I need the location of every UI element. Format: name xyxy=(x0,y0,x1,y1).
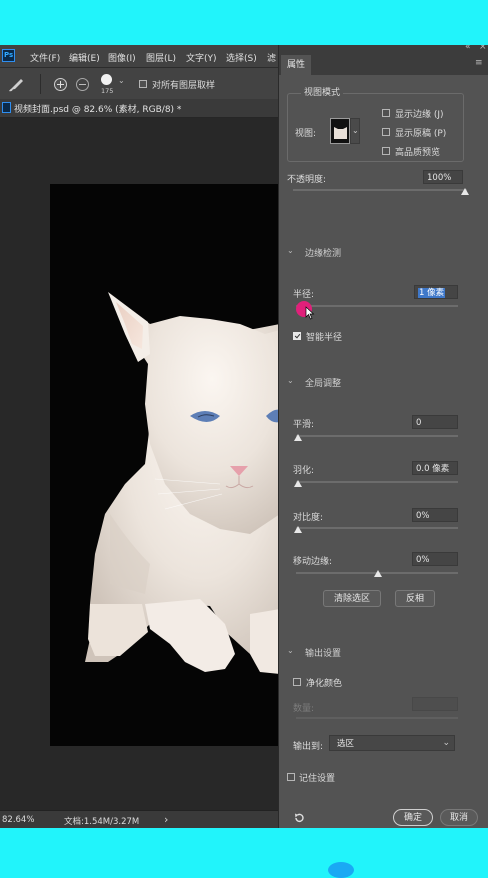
opacity-slider-track[interactable] xyxy=(293,189,467,191)
shift-edge-slider-thumb[interactable] xyxy=(374,570,382,577)
add-to-selection-icon[interactable] xyxy=(54,78,67,91)
brush-size-value: 175 xyxy=(101,87,114,95)
menu-filter[interactable]: 滤 xyxy=(267,51,276,64)
collapse-panels-icon[interactable]: « xyxy=(465,45,471,52)
brush-preview-icon[interactable] xyxy=(101,74,112,85)
sample-all-layers-checkbox[interactable] xyxy=(139,80,147,88)
opacity-slider-thumb[interactable] xyxy=(461,188,469,195)
contrast-slider-track[interactable] xyxy=(296,527,458,529)
amount-label: 数量: xyxy=(293,704,315,714)
view-mode-title: 视图模式 xyxy=(301,85,344,98)
output-chevron-icon[interactable]: ⌄ xyxy=(287,646,295,655)
output-title[interactable]: 输出设置 xyxy=(305,646,341,659)
smooth-slider-track[interactable] xyxy=(296,435,458,437)
photoshop-window: Ps 文件(F) 编辑(E) 图像(I) 图层(L) 文字(Y) 选择(S) 滤… xyxy=(0,45,488,828)
smart-radius-checkbox[interactable] xyxy=(293,332,301,340)
panel-header-strip: « × xyxy=(279,45,488,55)
refine-edge-brush-icon[interactable] xyxy=(6,74,28,94)
status-arrow-icon[interactable]: › xyxy=(164,813,168,826)
opacity-label: 不透明度: xyxy=(287,175,327,185)
view-label: 视图: xyxy=(295,129,317,139)
document-ps-icon xyxy=(2,102,11,113)
shift-edge-label: 移动边缘: xyxy=(293,557,333,567)
chevron-down-icon: ⌄ xyxy=(442,738,450,748)
feather-label: 羽化: xyxy=(293,466,315,476)
remember-settings-checkbox[interactable] xyxy=(287,773,295,781)
menu-select[interactable]: 选择(S) xyxy=(226,51,257,64)
smooth-label: 平滑: xyxy=(293,420,315,430)
canvas-area[interactable] xyxy=(0,118,280,810)
status-bar: 82.64% 文档:1.54M/3.27M › xyxy=(0,810,278,828)
feather-field[interactable]: 0.0 像素 xyxy=(412,461,458,475)
menu-layer[interactable]: 图层(L) xyxy=(146,51,176,64)
photoshop-logo: Ps xyxy=(2,49,15,62)
contrast-label: 对比度: xyxy=(293,513,324,523)
chevron-down-icon: ⌄ xyxy=(352,126,359,135)
ok-button[interactable]: 确定 xyxy=(393,809,433,826)
mouse-pointer-icon xyxy=(305,306,315,323)
subtract-from-selection-icon[interactable] xyxy=(76,78,89,91)
menu-image[interactable]: 图像(I) xyxy=(108,51,136,64)
menu-bar: Ps 文件(F) 编辑(E) 图像(I) 图层(L) 文字(Y) 选择(S) 滤 xyxy=(0,45,278,67)
view-mode-thumbnail[interactable] xyxy=(330,118,350,144)
brush-dropdown-icon[interactable]: ⌄ xyxy=(118,76,125,85)
menu-edit[interactable]: 编辑(E) xyxy=(69,51,100,64)
options-bar: 175 ⌄ 对所有图层取样 xyxy=(0,67,278,100)
show-original-label: 显示原稿 (P) xyxy=(395,129,447,139)
cancel-button[interactable]: 取消 xyxy=(440,809,478,826)
invert-button[interactable]: 反相 xyxy=(395,590,435,607)
edge-detection-chevron-icon[interactable]: ⌄ xyxy=(287,246,295,255)
show-original-checkbox[interactable] xyxy=(382,128,390,136)
show-edge-label: 显示边缘 (J) xyxy=(395,110,444,120)
clear-selection-button[interactable]: 清除选区 xyxy=(323,590,381,607)
smooth-field[interactable]: 0 xyxy=(412,415,458,429)
radius-field[interactable]: 1 像素 xyxy=(414,285,458,299)
shift-edge-field[interactable]: 0% xyxy=(412,552,458,566)
contrast-field[interactable]: 0% xyxy=(412,508,458,522)
output-to-select[interactable]: 选区 ⌄ xyxy=(329,735,455,751)
radius-label: 半径: xyxy=(293,290,315,300)
smooth-slider-thumb[interactable] xyxy=(294,434,302,441)
hq-preview-checkbox[interactable] xyxy=(382,147,390,155)
view-mode-dropdown[interactable]: ⌄ xyxy=(350,118,360,144)
close-panel-icon[interactable]: × xyxy=(479,45,487,52)
edge-detection-title[interactable]: 边缘检测 xyxy=(305,246,341,259)
radius-slider-track[interactable] xyxy=(296,305,458,307)
sample-all-layers-label: 对所有图层取样 xyxy=(152,81,216,91)
feather-slider-track[interactable] xyxy=(296,481,458,483)
tab-properties[interactable]: 属性 xyxy=(281,55,311,75)
hq-preview-label: 高品质预览 xyxy=(395,148,441,158)
panel-menu-icon[interactable]: ≡ xyxy=(475,58,483,68)
logo-text: Ps xyxy=(4,51,14,59)
show-edge-checkbox[interactable] xyxy=(382,109,390,117)
radius-value: 1 像素 xyxy=(418,288,446,298)
global-refine-chevron-icon[interactable]: ⌄ xyxy=(287,376,295,385)
contrast-slider-thumb[interactable] xyxy=(294,526,302,533)
zoom-level[interactable]: 82.64% xyxy=(2,815,34,825)
amount-field xyxy=(412,697,458,711)
menu-type[interactable]: 文字(Y) xyxy=(186,51,217,64)
remember-settings-label: 记住设置 xyxy=(299,774,336,784)
decontaminate-checkbox[interactable] xyxy=(293,678,301,686)
frame-indicator xyxy=(328,862,354,878)
reset-icon[interactable] xyxy=(293,812,305,824)
document-tab[interactable]: 视频封面.psd @ 82.6% (素材, RGB/8) * xyxy=(0,99,278,118)
amount-slider-track xyxy=(296,717,458,719)
menu-file[interactable]: 文件(F) xyxy=(30,51,60,64)
divider xyxy=(40,74,41,94)
output-to-label: 输出到: xyxy=(293,742,324,752)
cat-image xyxy=(85,292,280,674)
document-canvas[interactable] xyxy=(50,184,280,746)
opacity-field[interactable]: 100% xyxy=(423,170,463,184)
document-tab-title: 视频封面.psd @ 82.6% (素材, RGB/8) * xyxy=(14,105,182,115)
smart-radius-label: 智能半径 xyxy=(306,333,343,343)
properties-panel: « × 属性 ≡ 视图模式 视图: ⌄ 显示边缘 (J) 显示原稿 (P) 高品… xyxy=(278,45,488,828)
panel-tab-bar: 属性 ≡ xyxy=(279,55,488,75)
decontaminate-label: 净化颜色 xyxy=(306,679,343,689)
global-refine-title[interactable]: 全局调整 xyxy=(305,376,341,389)
output-to-value: 选区 xyxy=(337,739,355,749)
feather-slider-thumb[interactable] xyxy=(294,480,302,487)
document-info: 文档:1.54M/3.27M xyxy=(64,817,140,827)
